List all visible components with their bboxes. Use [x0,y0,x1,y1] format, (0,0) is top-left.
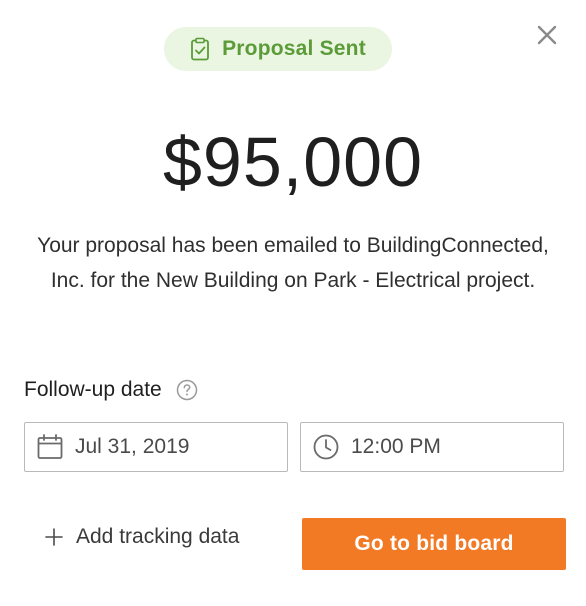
add-tracking-data-label[interactable]: Add tracking data [76,525,239,549]
followup-time-value[interactable]: 12:00 PM [351,435,441,459]
followup-label: Follow-up date [24,378,198,402]
go-to-bid-board-label[interactable]: Go to bid board [354,532,513,556]
clock-icon [313,434,339,460]
followup-time-field[interactable]: 12:00 PM [300,422,564,472]
add-tracking-data-button[interactable]: Add tracking data [44,525,239,549]
proposal-amount: $95,000 [162,123,424,201]
plus-icon [45,528,63,546]
calendar-icon [37,434,63,459]
followup-date-value[interactable]: Jul 31, 2019 [75,435,189,459]
close-button[interactable] [534,22,560,48]
question-circle-icon[interactable] [176,379,198,401]
followup-date-field[interactable]: Jul 31, 2019 [24,422,288,472]
status-label: Proposal Sent [222,37,366,60]
clipboard-check-icon [191,37,209,61]
go-to-bid-board-button[interactable]: Go to bid board [302,518,566,570]
proposal-sent-modal: Proposal Sent $95,000 Your proposal has … [0,0,586,606]
followup-label-text: Follow-up date [24,378,162,401]
close-icon [537,25,557,45]
proposal-message: Your proposal has been emailed to Buildi… [37,234,549,292]
status-badge: Proposal Sent [164,27,392,71]
